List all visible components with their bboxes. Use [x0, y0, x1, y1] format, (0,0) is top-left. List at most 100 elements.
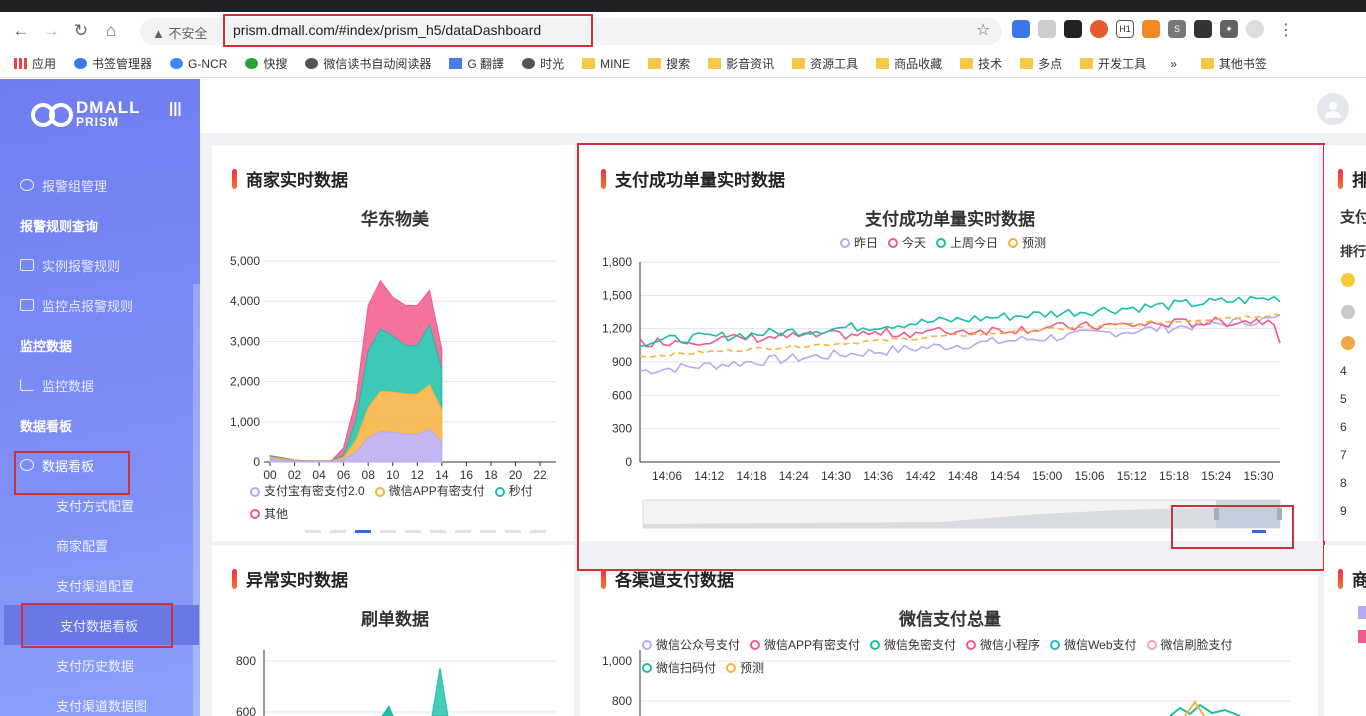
google-icon — [170, 58, 184, 69]
extension-icon[interactable] — [1064, 20, 1082, 38]
area-series — [381, 704, 394, 716]
extension-icon[interactable] — [1194, 20, 1212, 38]
legend-marker-icon — [870, 640, 881, 650]
merchant2-card-title: 商 — [1338, 566, 1366, 591]
folder-icon — [648, 58, 662, 69]
user-icon — [20, 179, 34, 191]
pager-dot[interactable] — [405, 530, 421, 533]
profile-icon[interactable] — [1246, 20, 1264, 38]
pager-dot[interactable] — [455, 530, 471, 533]
folder-icon — [708, 58, 722, 69]
bookmark-folder[interactable]: 资源工具 — [792, 55, 858, 72]
star-icon — [74, 58, 88, 69]
warning-icon: ▲ — [152, 26, 169, 41]
sidebar-group-alarm-rules[interactable]: 报警规则查询 — [0, 205, 195, 245]
legend-marker-icon — [374, 486, 385, 497]
sidebar-item-alarm-group[interactable]: 报警组管理 — [0, 165, 195, 205]
y-tick-label: 5,000 — [230, 254, 260, 268]
sidebar-item-channel-config[interactable]: 支付渠道配置 — [0, 565, 195, 605]
silver-medal-icon — [1341, 305, 1355, 319]
sidebar-group-monitor[interactable]: 监控数据 — [0, 325, 195, 365]
browser-tab-strip[interactable] — [0, 0, 1366, 12]
bookmark-item[interactable]: G-NCR — [170, 57, 227, 71]
collapse-menu-icon[interactable]: ||| — [169, 100, 182, 117]
merchant-chart-legend: 支付宝有密支付2.0 微信APP有密支付 秒付其他 — [250, 481, 570, 526]
merchant-legend-item[interactable]: 微信APP有密支付 — [374, 481, 485, 502]
merchant-legend-item[interactable]: 其他 — [250, 504, 288, 525]
pager-dot[interactable] — [530, 530, 546, 533]
x-tick-label: 02 — [288, 468, 302, 480]
pager-dot[interactable] — [330, 530, 346, 533]
sidebar-item-payment-history[interactable]: 支付历史数据 — [0, 645, 195, 685]
bookmark-folder[interactable]: 多点 — [1020, 55, 1062, 72]
bookmark-folder[interactable]: 技术 — [960, 55, 1002, 72]
reload-icon[interactable]: ↻ — [66, 16, 96, 46]
avatar[interactable] — [1317, 93, 1349, 125]
sidebar-item-monitor-point-alarm[interactable]: 监控点报警规则 — [0, 285, 195, 325]
folder-icon — [1200, 58, 1214, 69]
bookmark-item[interactable]: 应用 — [14, 55, 56, 72]
bookmark-item[interactable]: 时光 — [522, 55, 564, 72]
bookmark-folder[interactable]: 商品收藏 — [876, 55, 942, 72]
x-tick-label: 00 — [263, 468, 277, 480]
sidebar-item-monitor-data[interactable]: 监控数据 — [0, 365, 195, 405]
bookmark-folder[interactable]: 其他书签 — [1200, 55, 1267, 72]
sidebar-item-merchant-config[interactable]: 商家配置 — [0, 525, 195, 565]
bookmark-folder[interactable]: 开发工具 — [1080, 55, 1146, 72]
legend-marker-icon — [1050, 640, 1061, 650]
x-tick-label: 14 — [435, 468, 449, 480]
pager-dot[interactable] — [430, 530, 446, 533]
globe-icon — [522, 58, 536, 69]
extension-icon[interactable] — [1012, 20, 1030, 38]
x-tick-label: 18 — [484, 468, 498, 480]
merchant-legend-item[interactable]: 支付宝有密支付2.0 — [250, 481, 365, 502]
channels-line-chart: 1,000 800 — [602, 650, 1290, 716]
bookmark-folder[interactable]: MINE — [582, 57, 630, 71]
merchant-legend-item[interactable]: 秒付 — [494, 481, 533, 502]
highlight-box-datazoom — [1171, 505, 1294, 549]
logo-icon — [31, 102, 73, 127]
extension-icon[interactable] — [1090, 20, 1108, 38]
sidebar-item-channel-chart[interactable]: 支付渠道数据图 — [0, 685, 195, 716]
pager-dot[interactable] — [380, 530, 396, 533]
extension-icon[interactable]: S — [1168, 20, 1186, 38]
bookmarks-more[interactable]: » — [1170, 57, 1177, 71]
folder-icon — [960, 58, 974, 69]
x-tick-label: 06 — [337, 468, 351, 480]
pager-dot[interactable] — [505, 530, 521, 533]
ranking-row: 9 — [1340, 504, 1347, 518]
pager-dot[interactable] — [480, 530, 496, 533]
x-tick-label: 12 — [411, 468, 425, 480]
puzzle-icon[interactable]: ✦ — [1220, 20, 1238, 38]
y-tick-label: 1,000 — [602, 654, 632, 668]
legend-marker-icon — [494, 486, 505, 497]
extension-icon[interactable] — [1038, 20, 1056, 38]
merchant-pager[interactable] — [305, 530, 546, 533]
x-tick-label: 16 — [460, 468, 474, 480]
bookmark-item[interactable]: G 翻譯 — [449, 55, 504, 72]
sidebar-group-dashboard[interactable]: 数据看板 — [0, 405, 195, 445]
site-icon — [245, 58, 259, 69]
legend-swatch — [1358, 606, 1366, 619]
list-icon — [20, 259, 34, 271]
bookmark-item[interactable]: 快搜 — [245, 55, 287, 72]
legend-marker-icon — [250, 509, 260, 519]
forward-icon[interactable]: → — [36, 16, 66, 46]
home-icon[interactable]: ⌂ — [96, 16, 126, 46]
legend-marker-icon — [750, 640, 761, 650]
line-series — [1169, 703, 1241, 716]
bookmark-item[interactable]: 书签管理器 — [74, 55, 152, 72]
menu-icon[interactable]: ⋮ — [1278, 20, 1294, 40]
area-series — [431, 667, 449, 716]
pager-dot[interactable] — [305, 530, 321, 533]
bookmark-item[interactable]: 微信读书自动阅读器 — [305, 55, 431, 72]
extension-icon[interactable]: H1 — [1116, 20, 1134, 38]
sidebar-item-instance-alarm[interactable]: 实例报警规则 — [0, 245, 195, 285]
star-icon[interactable]: ☆ — [976, 20, 990, 40]
extension-icon[interactable] — [1142, 20, 1160, 38]
bookmark-folder[interactable]: 影音资讯 — [708, 55, 774, 72]
pager-dot[interactable] — [355, 530, 371, 533]
back-icon[interactable]: ← — [6, 16, 36, 46]
bookmark-folder[interactable]: 搜索 — [648, 55, 690, 72]
insecure-label[interactable]: ▲ 不安全 — [152, 23, 208, 42]
